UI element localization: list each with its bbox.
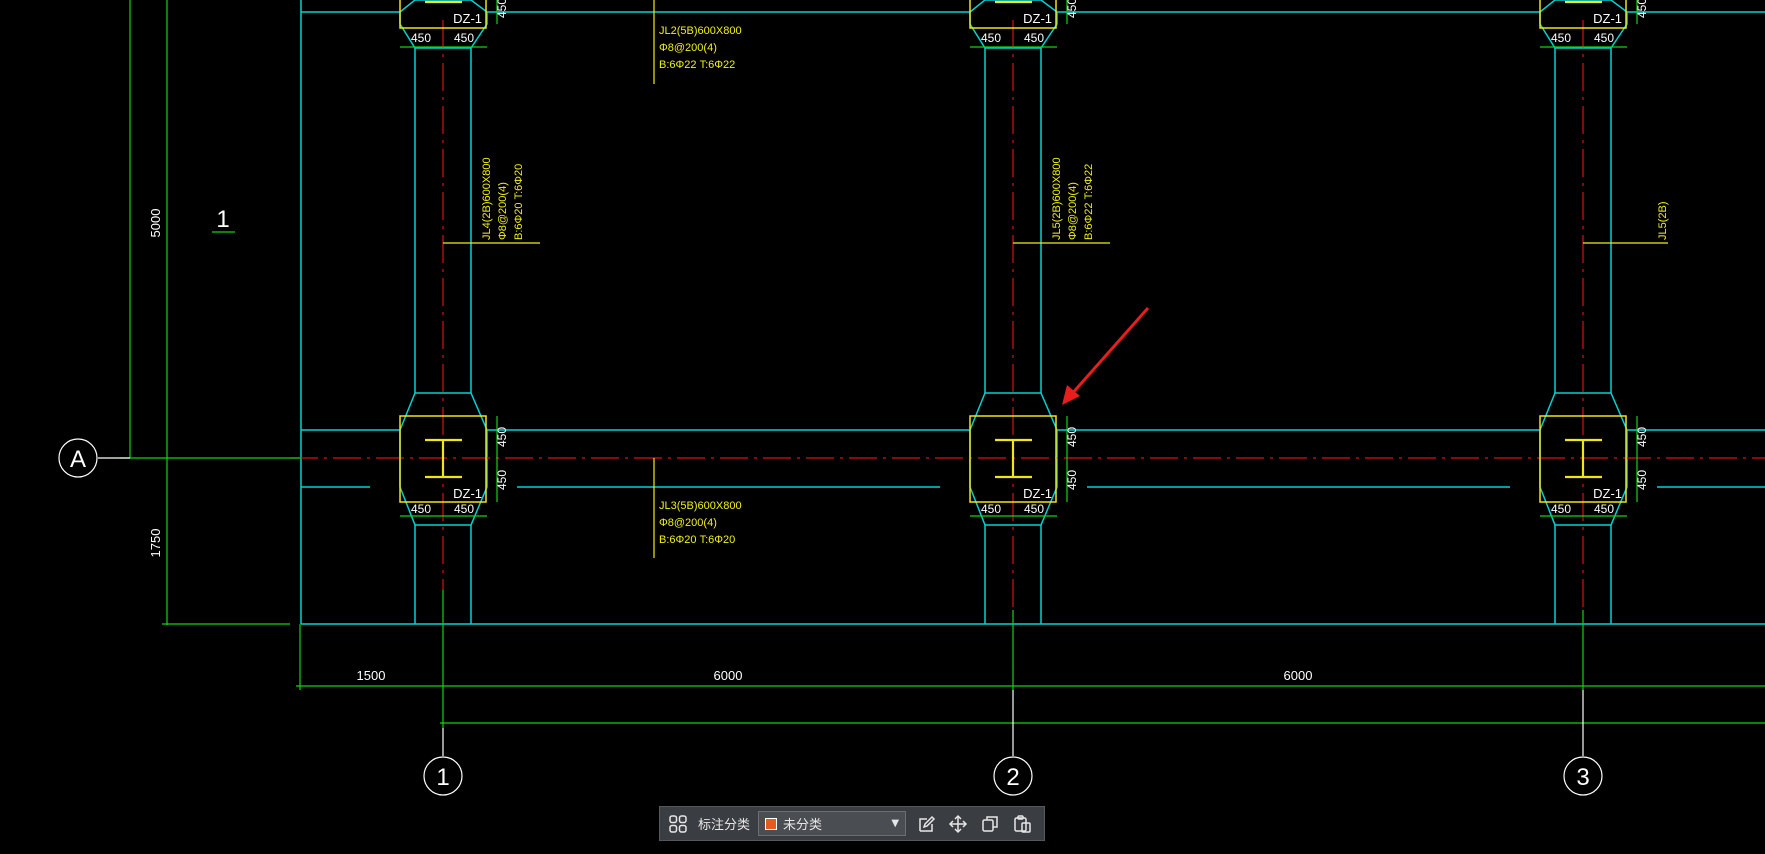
svg-text:2: 2 — [1006, 764, 1019, 791]
beam-label-jl5-short[interactable]: JL5(2B) — [1657, 201, 1669, 240]
dim-text: 450 — [1024, 31, 1044, 45]
beam-label-jl3[interactable]: JL3(5B)600X800 — [659, 500, 742, 512]
beam-stirrup-jl4: Φ8@200(4) — [497, 182, 509, 240]
column-tag: DZ-1 — [453, 486, 482, 501]
chevron-down-icon: ▼ — [891, 818, 900, 829]
dim-text: 450 — [1594, 31, 1614, 45]
column-tag: DZ-1 — [1593, 486, 1622, 501]
beam-stirrup-jl3: Φ8@200(4) — [659, 517, 717, 529]
beam-rebar-jl4: B:6Φ20 T:6Φ20 — [513, 164, 525, 240]
dim-text-6000: 6000 — [714, 668, 743, 683]
dim-text: 450 — [495, 470, 509, 490]
cad-drawing-canvas[interactable]: A 1 2 3 1 DZ-1 DZ-1 DZ-1 DZ-1 DZ-1 DZ-1 … — [0, 0, 1765, 854]
dim-text: 450 — [981, 502, 1001, 516]
beam-label-jl2[interactable]: JL2(5B)600X800 — [659, 25, 742, 37]
column-tag: DZ-1 — [453, 11, 482, 26]
grid-icon[interactable] — [666, 812, 690, 836]
edit-icon[interactable] — [914, 812, 938, 836]
dim-text: 450 — [495, 0, 509, 18]
category-value: 未分类 — [783, 818, 823, 833]
dim-text: 450 — [1065, 427, 1079, 447]
paste-icon[interactable] — [1010, 812, 1034, 836]
svg-text:3: 3 — [1576, 764, 1589, 791]
move-icon[interactable] — [946, 812, 970, 836]
dim-text: 450 — [495, 427, 509, 447]
dim-text: 450 — [454, 502, 474, 516]
category-label: 标注分类 — [698, 818, 751, 833]
dim-text: 450 — [411, 31, 431, 45]
dim-text: 450 — [1551, 31, 1571, 45]
dim-text: 450 — [1065, 470, 1079, 490]
column-tag: DZ-1 — [1023, 11, 1052, 26]
annotation-toolbar: 标注分类 未分类 ▼ — [659, 806, 1045, 841]
beam-rebar-jl5: B:6Φ22 T:6Φ22 — [1083, 164, 1095, 240]
dim-text: 450 — [981, 31, 1001, 45]
copy-icon[interactable] — [978, 812, 1002, 836]
svg-text:A: A — [70, 446, 86, 473]
dim-text: 450 — [1551, 502, 1571, 516]
category-color-swatch — [765, 817, 778, 830]
dim-text: 450 — [1635, 0, 1649, 18]
beam-label-jl4[interactable]: JL4(2B)600X800 — [481, 157, 493, 240]
dim-text: 450 — [1024, 502, 1044, 516]
dim-text: 450 — [1635, 470, 1649, 490]
section-mark: 1 — [216, 206, 229, 233]
beam-label-jl5[interactable]: JL5(2B)600X800 — [1051, 157, 1063, 240]
dim-text-1500: 1500 — [357, 668, 386, 683]
beam-stirrup-jl2: Φ8@200(4) — [659, 42, 717, 54]
category-select[interactable]: 未分类 ▼ — [758, 811, 907, 836]
dim-text: 450 — [1594, 502, 1614, 516]
dim-text-5000: 5000 — [148, 209, 163, 238]
dim-text-1750: 1750 — [148, 529, 163, 558]
column-tag: DZ-1 — [1593, 11, 1622, 26]
dim-text: 450 — [411, 502, 431, 516]
beam-stirrup-jl5: Φ8@200(4) — [1067, 182, 1079, 240]
dim-text: 450 — [1065, 0, 1079, 18]
beam-rebar-jl3: B:6Φ20 T:6Φ20 — [659, 534, 735, 546]
svg-text:1: 1 — [436, 764, 449, 791]
column-tag: DZ-1 — [1023, 486, 1052, 501]
dim-text: 450 — [454, 31, 474, 45]
dim-text: 450 — [1635, 427, 1649, 447]
dim-text-6000: 6000 — [1284, 668, 1313, 683]
beam-rebar-jl2: B:6Φ22 T:6Φ22 — [659, 59, 735, 71]
